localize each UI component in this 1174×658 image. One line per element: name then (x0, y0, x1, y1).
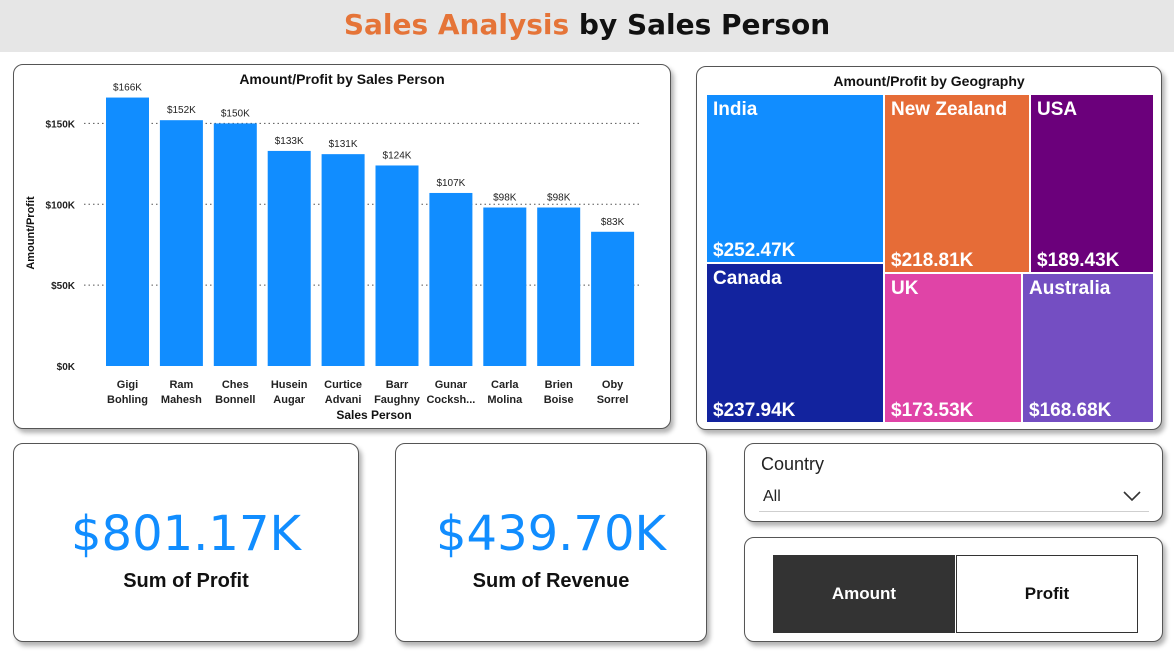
treemap-tile-value: $173.53K (891, 400, 974, 421)
x-tick-label: Molina (487, 394, 523, 406)
data-label: $98K (493, 193, 517, 204)
treemap-tile-value: $168.68K (1029, 400, 1112, 421)
bar[interactable] (106, 97, 149, 366)
treemap-tile-name: Canada (713, 268, 782, 289)
country-dropdown[interactable]: All (759, 482, 1149, 512)
data-label: $107K (436, 178, 465, 189)
treemap-tile-name: USA (1037, 99, 1078, 120)
page-title-accent: Sales Analysis (343, 8, 570, 41)
bar-chart[interactable]: $0K $50K $100K $150K Amount/Profit Sales Pers… (14, 65, 670, 428)
bar[interactable] (375, 165, 419, 366)
measure-toggle-card: Amount Profit (744, 537, 1163, 642)
x-tick-label: Brien (545, 379, 573, 391)
slicer-label: Country (761, 454, 825, 474)
x-tick-label: Bonnell (215, 394, 255, 406)
bar[interactable] (429, 192, 473, 366)
y-tick-label: $0K (57, 362, 76, 373)
kpi-value-revenue: $439.70K (436, 506, 666, 562)
y-tick-label: $100K (46, 200, 76, 211)
data-label: $152K (167, 105, 196, 116)
data-label: $131K (329, 139, 358, 150)
treemap-tile-name: Australia (1029, 278, 1111, 299)
data-label: $133K (275, 136, 304, 147)
treemap-tile-name: India (713, 99, 758, 120)
treemap-tile[interactable]: Canada $237.94K (706, 263, 884, 423)
bar[interactable] (213, 123, 257, 366)
x-axis-label: Sales Person (336, 408, 411, 422)
kpi-card-profit: $801.17K Sum of Profit (13, 443, 359, 642)
title-bar: Sales Analysis by Sales Person (0, 0, 1174, 52)
data-label: $83K (601, 217, 625, 228)
bar[interactable] (537, 207, 581, 366)
x-tick-label: Ram (169, 379, 193, 391)
x-tick-label: Sorrel (597, 394, 629, 406)
treemap-tile-value: $237.94K (713, 400, 796, 421)
treemap[interactable]: India $252.47K New Zealand $218.81K USA $189.… (706, 94, 1154, 423)
kpi-label-revenue: Sum of Revenue (472, 570, 630, 592)
treemap-tile-value: $252.47K (713, 240, 796, 261)
kpi-card-revenue: $439.70K Sum of Revenue (395, 443, 707, 642)
x-tick-label: Advani (325, 394, 362, 406)
x-tick-label: Boise (544, 394, 574, 406)
x-tick-label: Faughny (374, 394, 421, 406)
page-title: Sales Analysis by Sales Person (344, 8, 830, 41)
page-title-rest: by Sales Person (569, 8, 831, 41)
x-tick-label: Husein (271, 379, 308, 391)
treemap-tile[interactable]: New Zealand $218.81K (884, 94, 1030, 273)
x-tick-label: Curtice (324, 379, 362, 391)
y-tick-label: $150K (46, 119, 76, 130)
x-tick-label: Ches (222, 379, 249, 391)
chevron-down-icon[interactable] (1123, 490, 1141, 502)
x-tick-label: Carla (491, 379, 519, 391)
bar-chart-card[interactable]: Amount/Profit by Sales Person $0K $50K $10… (13, 64, 671, 429)
treemap-tile[interactable]: India $252.47K (706, 94, 884, 263)
amount-button[interactable]: Amount (773, 555, 955, 633)
x-tick-label: Cocksh... (426, 394, 475, 406)
treemap-card[interactable]: Amount/Profit by Geography India $252.47K… (696, 66, 1162, 430)
x-tick-label: Gigi (117, 379, 138, 391)
bar[interactable] (591, 231, 635, 366)
treemap-tile-value: $218.81K (891, 250, 974, 271)
kpi-value-profit: $801.17K (71, 506, 301, 562)
treemap-title: Amount/Profit by Geography (833, 73, 1025, 89)
bar[interactable] (483, 207, 527, 366)
kpi-label-profit: Sum of Profit (123, 570, 249, 592)
x-tick-label: Oby (602, 379, 624, 391)
data-label: $166K (113, 83, 142, 94)
x-tick-label: Augar (273, 394, 306, 406)
bar[interactable] (159, 120, 203, 366)
x-tick-label: Gunar (435, 379, 468, 391)
y-axis-label: Amount/Profit (25, 196, 37, 270)
x-tick-label: Bohling (107, 394, 148, 406)
bar[interactable] (321, 154, 365, 366)
treemap-tile[interactable]: Australia $168.68K (1022, 273, 1154, 423)
treemap-tile[interactable]: USA $189.43K (1030, 94, 1154, 273)
profit-button[interactable]: Profit (956, 555, 1138, 633)
data-label: $124K (383, 150, 412, 161)
treemap-tile[interactable]: UK $173.53K (884, 273, 1022, 423)
country-slicer: Country All (744, 443, 1163, 522)
x-tick-label: Mahesh (161, 394, 202, 406)
treemap-tile-value: $189.43K (1037, 250, 1120, 271)
y-tick-label: $50K (51, 281, 76, 292)
data-label: $98K (547, 193, 571, 204)
bar[interactable] (267, 150, 311, 366)
slicer-selected-value: All (763, 488, 781, 505)
treemap-tile-name: UK (891, 278, 919, 299)
treemap-tile-name: New Zealand (891, 99, 1008, 120)
data-label: $150K (221, 108, 250, 119)
x-tick-label: Barr (386, 379, 409, 391)
